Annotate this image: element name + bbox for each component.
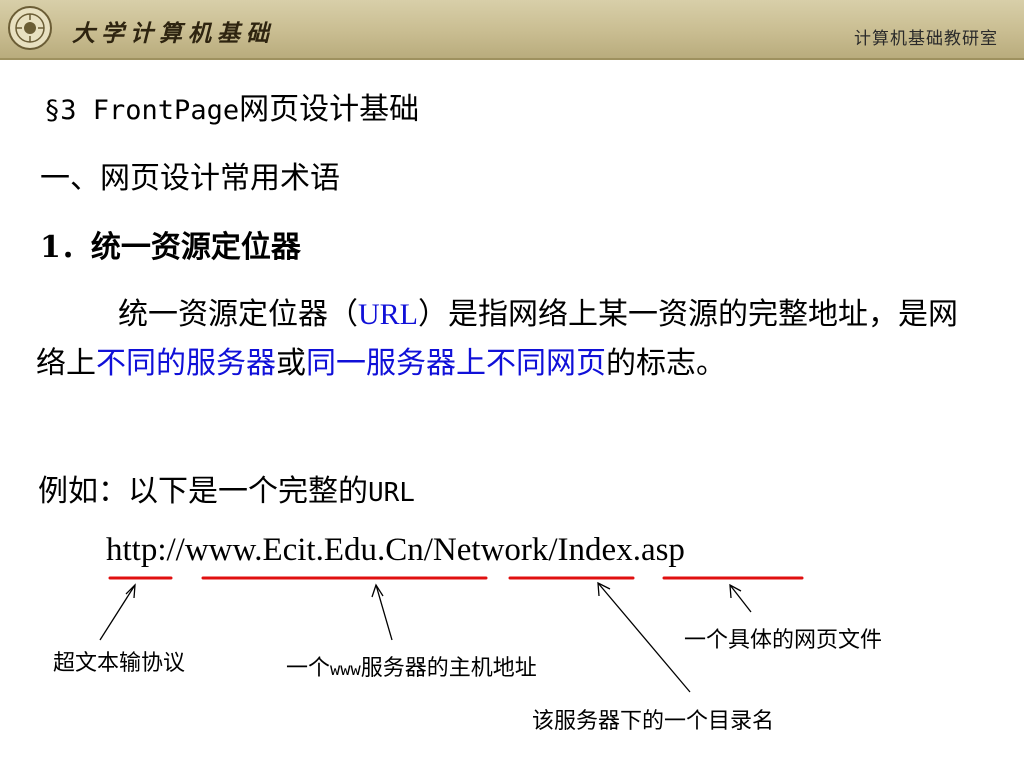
- label-host: 一个www服务器的主机地址: [286, 650, 537, 682]
- label-directory: 该服务器下的一个目录名: [532, 709, 775, 734]
- label-protocol: 超文本输协议: [53, 651, 186, 676]
- label-host-prefix: 一个: [286, 656, 331, 681]
- label-host-www: www: [330, 660, 361, 680]
- arrow-directory: [597, 582, 691, 693]
- arrow-host: [375, 584, 393, 641]
- arrow-file: [729, 584, 752, 613]
- label-file: 一个具体的网页文件: [684, 628, 883, 653]
- label-host-suffix: 服务器的主机地址: [360, 656, 537, 681]
- arrow-protocol: [99, 584, 136, 641]
